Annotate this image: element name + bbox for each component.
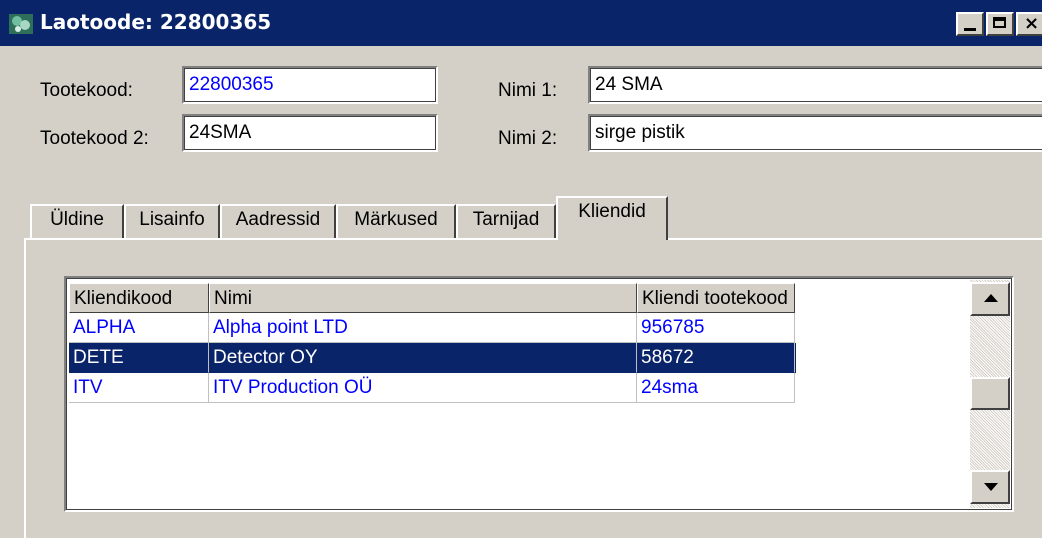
minimize-icon[interactable] — [956, 12, 984, 36]
tootekood2-label: Tootekood 2: — [40, 128, 149, 149]
cell-kliendi-tootekood: 24sma — [637, 373, 795, 403]
nimi2-label: Nimi 2: — [498, 128, 558, 149]
cell-kliendikood: DETE — [69, 343, 209, 373]
tootekood2-field[interactable]: 24SMA — [182, 114, 438, 152]
table-row[interactable]: ITV ITV Production OÜ 24sma — [69, 373, 796, 403]
window-title: Laotoode: 22800365 — [40, 10, 272, 34]
clients-table[interactable]: Kliendikood Nimi Kliendi tootekood ALPHA… — [64, 276, 1014, 512]
arrow-down-icon — [984, 483, 998, 491]
table-row-selected[interactable]: DETE Detector OY 58672 — [69, 343, 796, 373]
nimi1-field[interactable]: 24 SMA — [588, 66, 1042, 104]
tab-tarnijad[interactable]: Tarnijad — [456, 204, 556, 238]
tab-kliendid[interactable]: Kliendid — [556, 196, 668, 240]
column-header-kliendikood[interactable]: Kliendikood — [69, 283, 209, 313]
table-header: Kliendikood Nimi Kliendi tootekood — [69, 283, 796, 313]
close-icon[interactable]: × — [1016, 12, 1042, 36]
cell-kliendikood: ALPHA — [69, 313, 209, 343]
scroll-down-button[interactable] — [970, 470, 1010, 504]
vertical-scrollbar[interactable] — [970, 280, 1010, 508]
column-header-kliendi-tootekood[interactable]: Kliendi tootekood — [637, 283, 795, 313]
arrow-up-icon — [984, 294, 998, 302]
main-window: Laotoode: 22800365 × Tootekood: 22800365… — [0, 0, 1042, 538]
nimi2-field[interactable]: sirge pistik — [588, 114, 1042, 152]
table-row[interactable]: ALPHA Alpha point LTD 956785 — [69, 313, 796, 343]
scroll-up-button[interactable] — [970, 282, 1010, 316]
nimi1-label: Nimi 1: — [498, 80, 558, 101]
tab-lisainfo[interactable]: Lisainfo — [124, 204, 220, 238]
tab-aadressid[interactable]: Aadressid — [220, 204, 336, 238]
tootekood-label: Tootekood: — [40, 80, 133, 101]
tab-uldine[interactable]: Üldine — [30, 204, 124, 238]
cell-nimi: Detector OY — [209, 343, 637, 373]
tootekood-field[interactable]: 22800365 — [182, 66, 438, 104]
scroll-thumb[interactable] — [970, 377, 1010, 410]
column-header-nimi[interactable]: Nimi — [209, 283, 637, 313]
cell-nimi: Alpha point LTD — [209, 313, 637, 343]
cell-kliendi-tootekood: 58672 — [637, 343, 795, 373]
app-icon — [9, 14, 33, 34]
cell-kliendikood: ITV — [69, 373, 209, 403]
tab-markused[interactable]: Märkused — [336, 204, 456, 238]
cell-kliendi-tootekood: 956785 — [637, 313, 795, 343]
title-bar[interactable]: Laotoode: 22800365 × — [0, 0, 1042, 46]
cell-nimi: ITV Production OÜ — [209, 373, 637, 403]
maximize-icon[interactable] — [986, 12, 1014, 36]
